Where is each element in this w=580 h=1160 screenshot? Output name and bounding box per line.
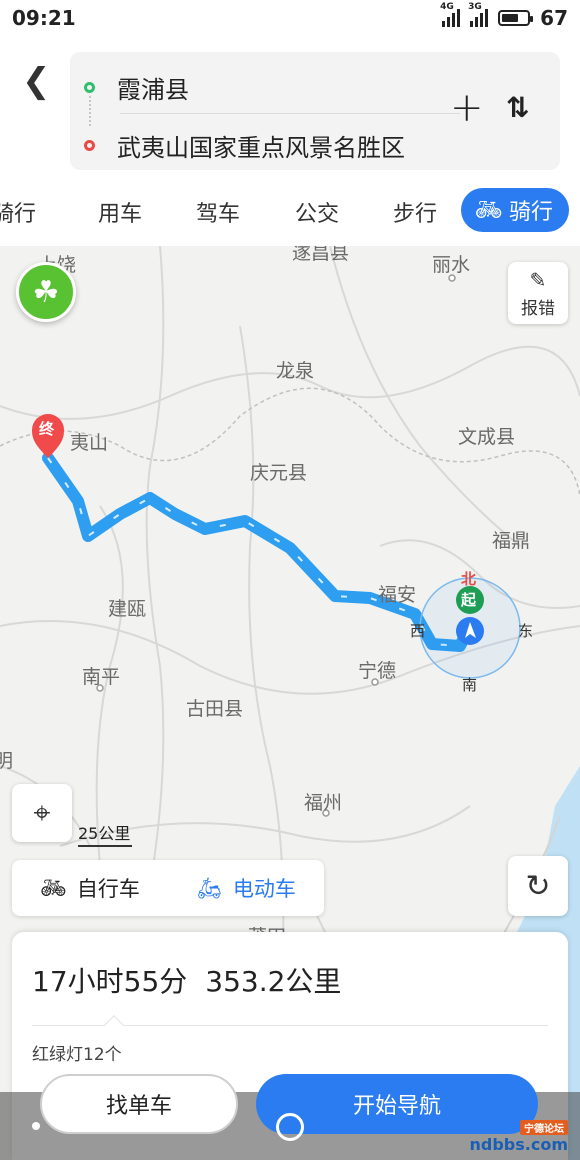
- end-dot-icon: [84, 140, 95, 151]
- system-back-dot[interactable]: [32, 1122, 40, 1130]
- battery-percent: 67: [540, 6, 568, 30]
- bicycle-icon: 🚲︎: [475, 197, 503, 223]
- mode-bicycle[interactable]: 🚲︎ 自行车: [12, 873, 168, 903]
- compass-east: 东: [518, 622, 534, 640]
- add-waypoint-icon[interactable]: +: [450, 88, 484, 128]
- start-marker-label: 起: [461, 591, 477, 609]
- locate-button[interactable]: ⌖: [12, 784, 72, 842]
- map-scale: 25公里: [78, 820, 133, 847]
- map-label-gutian: 古田县: [186, 698, 244, 720]
- compass-north: 北: [461, 570, 477, 588]
- summary-notch: [104, 1015, 124, 1035]
- back-icon[interactable]: ❮: [22, 64, 51, 98]
- edit-icon: ✎: [529, 267, 547, 292]
- traffic-lights-count: 红绿灯12个: [32, 1045, 122, 1065]
- route-distance: 353.2公里: [205, 965, 342, 998]
- map-label-nanping: 南平: [82, 666, 121, 688]
- route-summary: 17小时55分 353.2公里: [32, 960, 341, 1000]
- start-dot-icon: [84, 82, 95, 93]
- end-point-field[interactable]: 武夷山国家重点风景名胜区: [84, 128, 405, 163]
- map-label-ningde: 宁德: [358, 660, 397, 682]
- route-connector: [89, 96, 91, 126]
- leaf-icon: ☘: [32, 274, 60, 310]
- map-label-ming: 明: [0, 750, 14, 772]
- eco-leaf-button[interactable]: ☘: [16, 262, 76, 322]
- map-label-jianou: 建瓯: [108, 598, 147, 620]
- map-label-fuzhou: 福州: [304, 792, 343, 814]
- start-point-field[interactable]: 霞浦县: [84, 70, 189, 105]
- home-button-icon[interactable]: [276, 1113, 304, 1141]
- end-point-label: 武夷山国家重点风景名胜区: [117, 134, 405, 162]
- report-error-button[interactable]: ✎ 报错: [508, 262, 568, 324]
- tab-transit[interactable]: 公交: [295, 196, 339, 228]
- mode-bicycle-label: 自行车: [76, 877, 140, 901]
- map-label-fuding: 福鼎: [492, 530, 531, 552]
- watermark-text: ndbbs.com: [469, 1135, 569, 1154]
- find-bike-button[interactable]: 找单车: [40, 1074, 238, 1134]
- tab-driving[interactable]: 驾车: [196, 196, 240, 228]
- refresh-icon: ↻: [525, 868, 551, 904]
- route-header: ❮ 霞浦县 武夷山国家重点风景名胜区 + ⇅ 骑行 用车 驾车 公交 步行 🚲︎…: [0, 36, 580, 246]
- map-label-longquan: 龙泉: [276, 360, 315, 382]
- vehicle-mode-toggle: 🚲︎ 自行车 🛵︎ 电动车: [12, 860, 324, 916]
- start-point-label: 霞浦县: [117, 76, 189, 104]
- signal-4g-icon: 4G: [440, 2, 461, 27]
- end-marker-label: 终: [39, 420, 55, 438]
- route-duration: 17小时55分: [32, 965, 188, 998]
- report-error-label: 报错: [521, 298, 555, 319]
- tab-walking[interactable]: 步行: [393, 196, 437, 228]
- mode-ebike[interactable]: 🛵︎ 电动车: [168, 873, 324, 903]
- travel-mode-tabs: 骑行 用车 驾车 公交 步行 🚲︎ 骑行: [0, 188, 580, 232]
- crosshair-icon: ⌖: [33, 795, 51, 831]
- mode-ebike-label: 电动车: [232, 877, 296, 901]
- compass-south: 南: [462, 676, 478, 694]
- swap-route-icon[interactable]: ⇅: [506, 94, 529, 122]
- compass-west: 西: [410, 622, 426, 640]
- scooter-icon: 🛵︎: [196, 875, 223, 900]
- route-input-box: 霞浦县 武夷山国家重点风景名胜区 + ⇅: [70, 52, 560, 170]
- map-label-suichang: 遂昌县: [292, 246, 350, 264]
- tab-cycling-partial[interactable]: 骑行: [0, 196, 36, 228]
- signal-3g-icon: 3G: [468, 2, 489, 27]
- watermark: 宁德论坛 ndbbs.com: [452, 1120, 569, 1154]
- status-bar: 09:21 4G 3G 67: [0, 0, 580, 36]
- map-label-wuyishan: 夷山: [70, 432, 109, 454]
- map-label-wencheng: 文成县: [458, 426, 516, 448]
- tab-cycling-label: 骑行: [508, 200, 553, 225]
- map-label-fuan: 福安: [378, 584, 417, 606]
- watermark-badge: 宁德论坛: [520, 1120, 568, 1135]
- status-time: 09:21: [12, 6, 76, 30]
- tab-cycling[interactable]: 🚲︎ 骑行: [461, 188, 569, 232]
- refresh-route-button[interactable]: ↻: [508, 856, 568, 916]
- map-label-lishui: 丽水: [432, 254, 471, 276]
- route-divider: [120, 113, 460, 114]
- map-label-qingyuan: 庆元县: [250, 462, 308, 484]
- bicycle-mode-icon: 🚲︎: [40, 875, 67, 900]
- tab-car-hailing[interactable]: 用车: [98, 196, 142, 228]
- battery-icon: [498, 10, 534, 26]
